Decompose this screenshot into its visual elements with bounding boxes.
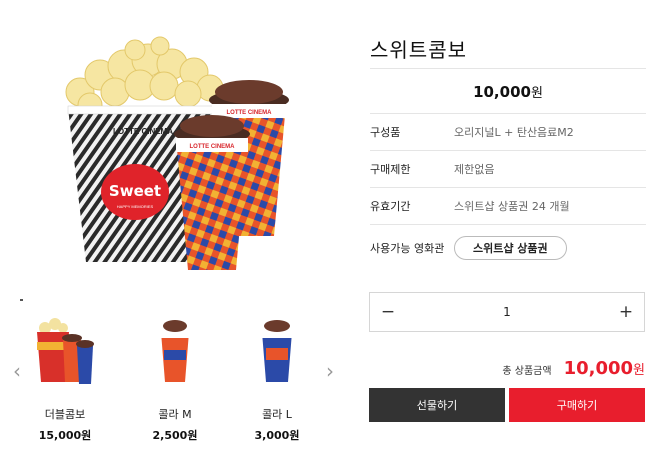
thumbnail-name: 콜라 L xyxy=(262,408,292,421)
bucket-tagline-text: HAPPY MEMORIES xyxy=(117,204,154,209)
total-amount-unit: 원 xyxy=(633,363,645,378)
product-price-value: 10,000 xyxy=(473,83,531,101)
total-label: 총 상품금액 xyxy=(502,366,552,377)
thumbnail-price: 3,000원 xyxy=(254,429,300,442)
bucket-logo-text: Sweet xyxy=(109,182,161,200)
quantity-stepper: − 1 + xyxy=(369,292,645,332)
thumbnail-item[interactable]: 콜라 L 3,000원 xyxy=(232,318,322,443)
theater-badge-button[interactable]: 스위트샵 상품권 xyxy=(454,235,567,260)
total-amount-value: 10,000 xyxy=(563,358,634,379)
total-amount: 10,000원 xyxy=(564,358,645,379)
thumbnail-name: 더블콤보 xyxy=(44,408,86,421)
thumbnail-item[interactable]: 콜라 M 2,500원 xyxy=(130,318,220,443)
info-value: 제한없음 xyxy=(454,162,495,176)
product-price-unit: 원 xyxy=(530,86,543,101)
info-label: 유효기간 xyxy=(370,199,411,213)
info-row-components: 구성품 오리지널L + 탄산음료M2 xyxy=(370,113,646,150)
product-price: 10,000원 xyxy=(370,82,646,101)
info-row-purchase-limit: 구매제한 제한없음 xyxy=(370,150,646,187)
quantity-decrease-button[interactable]: − xyxy=(370,293,406,331)
info-row-validity: 유효기간 스위트샵 상품권 24 개월 xyxy=(370,187,646,224)
cola-l-thumbnail-image xyxy=(262,320,292,382)
thumbnail-next-button[interactable]: › xyxy=(322,356,338,386)
info-label: 구매제한 xyxy=(370,162,411,176)
back-cup-brand-text: LOTTE CINEMA xyxy=(227,110,273,116)
product-title: 스위트콤보 xyxy=(370,38,467,62)
thumbnail-name: 콜라 M xyxy=(158,408,192,421)
cola-m-thumbnail-image xyxy=(161,320,189,382)
thumbnail-item[interactable]: 더블콤보 15,000원 xyxy=(20,318,110,443)
info-label: 구성품 xyxy=(370,125,401,139)
quantity-increase-button[interactable]: + xyxy=(608,293,644,331)
chevron-right-icon: › xyxy=(326,359,334,383)
thumbnail-price: 2,500원 xyxy=(152,429,198,442)
double-combo-thumbnail-image xyxy=(37,318,94,384)
divider xyxy=(370,224,646,225)
info-value: 스위트샵 상품권 24 개월 xyxy=(454,199,570,213)
total-price: 총 상품금액 10,000원 xyxy=(502,358,645,379)
gift-button[interactable]: 선물하기 xyxy=(369,388,505,422)
info-row-theaters: 사용가능 영화관 스위트샵 상품권 xyxy=(370,229,646,266)
bucket-brand-text: LOTTE CINEMA xyxy=(113,127,173,136)
carousel-indicator xyxy=(20,299,23,301)
divider xyxy=(370,68,646,69)
info-label: 사용가능 영화관 xyxy=(370,241,445,255)
front-cup-brand-text: LOTTE CINEMA xyxy=(190,144,236,150)
thumbnail-price: 15,000원 xyxy=(38,429,92,442)
product-main-image: LOTTE CINEMA Sweet HAPPY MEMORIES LOTTE … xyxy=(40,30,320,280)
info-value: 오리지널L + 탄산음료M2 xyxy=(454,125,574,139)
buy-button[interactable]: 구매하기 xyxy=(509,388,645,422)
quantity-value[interactable]: 1 xyxy=(406,293,608,331)
